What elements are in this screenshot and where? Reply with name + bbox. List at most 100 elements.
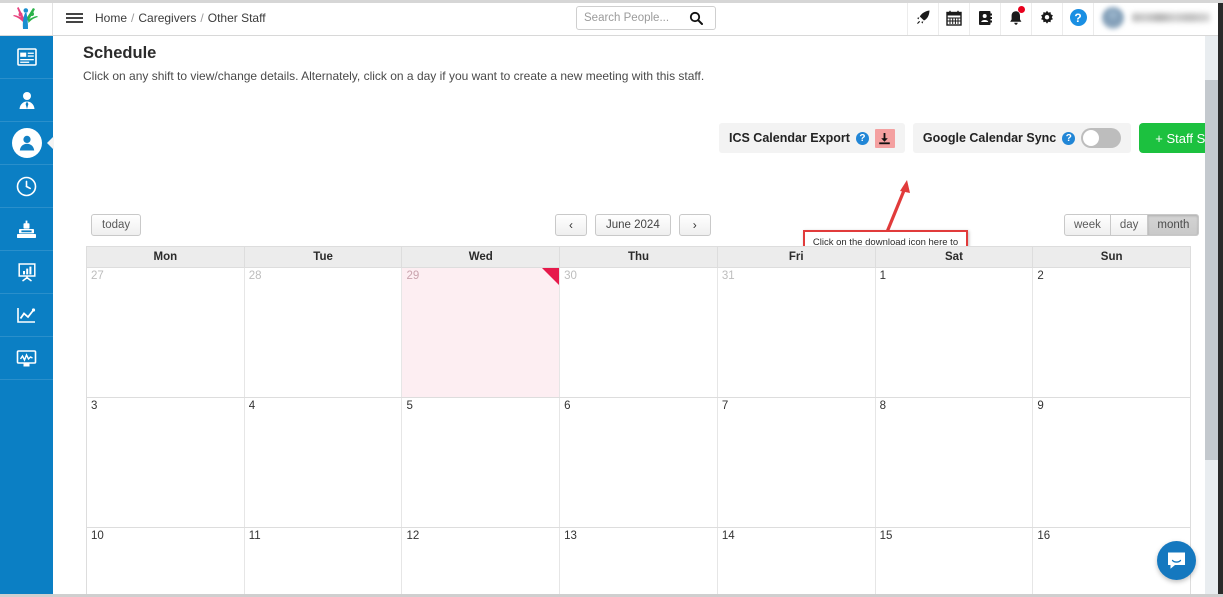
prev-month-button[interactable]: ‹: [555, 214, 587, 236]
google-sync-label: Google Calendar Sync: [922, 131, 1057, 145]
calendar-day-cell[interactable]: 7: [716, 398, 875, 527]
calendar-icon: [946, 10, 962, 26]
calendar-day-cell[interactable]: 27: [87, 268, 244, 397]
calendar-day-cell[interactable]: 4: [243, 398, 402, 527]
left-sidebar: [0, 36, 54, 597]
sidebar-item-dashboard[interactable]: [0, 36, 53, 79]
google-sync-help-icon[interactable]: ?: [1062, 131, 1076, 145]
username-label: [1132, 13, 1210, 22]
search-icon: [689, 11, 703, 25]
day-number: 15: [879, 530, 893, 542]
gear-icon: [1041, 10, 1053, 24]
day-number: 31: [721, 270, 735, 282]
calendar-day-cell[interactable]: 3: [87, 398, 244, 527]
day-number: 13: [564, 530, 577, 542]
day-number: 1: [879, 270, 886, 282]
breadcrumb-separator: /: [131, 10, 135, 25]
sidebar-item-reports[interactable]: [0, 251, 53, 294]
user-menu[interactable]: [1093, 0, 1223, 35]
calendar-day-cell[interactable]: 30: [559, 268, 717, 397]
calendar-nav-group: ‹ June 2024 ›: [555, 214, 711, 236]
calendar-day-cell[interactable]: 12: [401, 528, 560, 597]
rocket-button[interactable]: [907, 0, 938, 35]
breadcrumb-item-caregivers[interactable]: Caregivers: [138, 11, 196, 25]
sidebar-item-monitor[interactable]: [0, 337, 53, 380]
calendar-day-cell[interactable]: 9: [1032, 398, 1191, 527]
notifications-button[interactable]: [1000, 0, 1031, 35]
day-header-tue: Tue: [243, 247, 402, 267]
help-icon: ?: [1069, 9, 1087, 26]
help-button[interactable]: ?: [1062, 0, 1093, 35]
view-month-button[interactable]: month: [1148, 214, 1200, 236]
day-header-sun: Sun: [1032, 247, 1190, 267]
day-number: 7: [721, 400, 729, 412]
sidebar-item-billing[interactable]: [0, 208, 53, 251]
breadcrumb-item-other-staff[interactable]: Other Staff: [208, 11, 266, 25]
day-number: 27: [91, 270, 104, 282]
calendar-day-cell[interactable]: 28: [243, 268, 402, 397]
dashboard-icon: [16, 48, 37, 66]
calendar-day-cell[interactable]: 8: [874, 398, 1033, 527]
sidebar-item-clients[interactable]: [0, 79, 53, 122]
sidebar-item-caregivers[interactable]: [0, 122, 54, 165]
day-header-fri: Fri: [716, 247, 875, 267]
calendar-day-cell[interactable]: 2: [1032, 268, 1191, 397]
calendar-week-row: 27 28 29 30 31 1 2: [87, 268, 1191, 398]
address-book-icon: [979, 10, 992, 25]
day-number: 12: [406, 530, 420, 542]
day-number: 28: [248, 270, 262, 282]
calendar-title[interactable]: June 2024: [595, 214, 671, 236]
day-number: 8: [879, 400, 886, 412]
ics-export-help-icon[interactable]: ?: [855, 131, 869, 145]
calendar-view-switcher: week day month: [1064, 214, 1200, 236]
calendar-day-cell[interactable]: 15: [874, 528, 1033, 597]
today-button[interactable]: today: [91, 214, 142, 236]
calendar-day-cell[interactable]: 10: [87, 528, 244, 597]
day-header-wed: Wed: [401, 247, 559, 267]
view-day-button[interactable]: day: [1110, 214, 1149, 236]
company-logo[interactable]: [0, 0, 53, 35]
person-circle-icon: [19, 135, 34, 151]
today-marker-icon: [542, 268, 560, 285]
calendar-day-cell[interactable]: 31: [716, 268, 875, 397]
breadcrumb-item-home[interactable]: Home: [95, 11, 127, 25]
sidebar-item-analytics[interactable]: [0, 294, 53, 337]
day-number: 2: [1037, 270, 1044, 282]
calendar-day-cell[interactable]: 13: [559, 528, 717, 597]
calendar-week-row: 3 4 5 6 7 8 9: [87, 398, 1191, 528]
day-number: 6: [564, 400, 571, 412]
search-button[interactable]: [682, 7, 710, 29]
rocket-icon: [916, 10, 929, 24]
window-top-edge: [0, 0, 1223, 3]
settings-button[interactable]: [1031, 0, 1062, 35]
day-number: 16: [1037, 530, 1051, 542]
person-tie-icon: [19, 91, 34, 109]
day-number: 11: [248, 530, 261, 542]
day-number: 10: [91, 530, 104, 542]
calendar-day-cell-today[interactable]: 29: [401, 268, 560, 397]
download-icon[interactable]: [874, 128, 895, 148]
header-icon-group: ?: [907, 0, 1223, 35]
day-number: 3: [91, 400, 98, 412]
notification-badge: [1018, 6, 1025, 13]
calendar-button[interactable]: [938, 0, 969, 35]
day-number: 5: [406, 400, 413, 412]
page-title: Schedule: [83, 44, 157, 62]
address-book-button[interactable]: [969, 0, 1000, 35]
calendar-day-cell[interactable]: 14: [716, 528, 875, 597]
chat-launcher[interactable]: [1157, 541, 1196, 580]
hamburger-menu-icon[interactable]: [53, 0, 95, 35]
vertical-scrollbar-thumb[interactable]: [1205, 80, 1218, 460]
active-indicator: [11, 128, 42, 158]
calendar-day-cell[interactable]: 6: [559, 398, 717, 527]
google-sync-toggle[interactable]: [1081, 128, 1122, 148]
search-input[interactable]: [577, 8, 682, 28]
view-week-button[interactable]: week: [1064, 214, 1111, 236]
next-month-button[interactable]: ›: [678, 214, 711, 236]
chat-bubble-icon: [1168, 552, 1185, 569]
calendar-day-cell[interactable]: 1: [874, 268, 1033, 397]
calendar-day-cell[interactable]: 5: [401, 398, 560, 527]
download-glyph-icon: [879, 132, 891, 144]
calendar-day-cell[interactable]: 11: [243, 528, 402, 597]
sidebar-item-scheduling[interactable]: [0, 165, 53, 208]
